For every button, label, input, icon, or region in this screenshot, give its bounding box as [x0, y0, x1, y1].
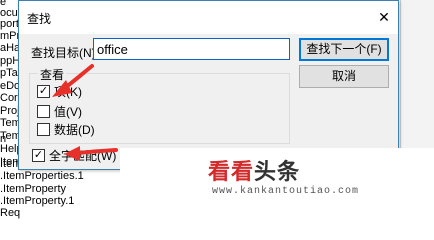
dialog-titlebar[interactable]: 查找 ✕	[19, 1, 398, 34]
watermark-banner: 看看头条 www.kankantoutiao.com	[120, 148, 434, 216]
option-data[interactable]: 数据(D)	[37, 123, 95, 139]
option-whole-match[interactable]: 全字匹配(W)	[32, 147, 116, 163]
watermark-url: www.kankantoutiao.com	[212, 186, 360, 197]
values-label: 值(V)	[54, 105, 82, 119]
tree-item[interactable]: Cor	[0, 92, 18, 105]
look-in-label: 查看	[38, 66, 67, 83]
find-dialog: 查找 ✕ 查找目标(N): 查找下一个(F) 取消 查看 项(K) 值(V) 数…	[18, 0, 399, 170]
dialog-title: 查找	[27, 12, 52, 26]
data-checkbox[interactable]	[37, 123, 50, 136]
watermark-title-part1: 看看	[208, 159, 255, 184]
whole-match-label: 全字匹配(W)	[49, 149, 117, 163]
tree-item[interactable]: Req	[0, 207, 20, 220]
values-checkbox[interactable]	[37, 105, 50, 118]
close-icon[interactable]: ✕	[376, 9, 392, 25]
keys-checkbox[interactable]	[37, 85, 50, 98]
find-input[interactable]	[93, 38, 290, 60]
find-next-button[interactable]: 查找下一个(F)	[299, 38, 389, 61]
option-keys[interactable]: 项(K)	[37, 85, 82, 101]
watermark-title-part2: 头条	[254, 159, 301, 184]
watermark-title: 看看头条	[208, 154, 300, 186]
tree-item[interactable]: .ItemProperties.1	[0, 170, 84, 183]
keys-label: 项(K)	[54, 85, 82, 99]
cancel-button[interactable]: 取消	[299, 65, 389, 88]
whole-match-checkbox[interactable]	[32, 149, 45, 162]
option-values[interactable]: 值(V)	[37, 105, 82, 121]
data-label: 数据(D)	[54, 123, 95, 137]
find-label: 查找目标(N):	[31, 46, 99, 60]
look-in-group: 查看 项(K) 值(V) 数据(D)	[29, 66, 290, 144]
